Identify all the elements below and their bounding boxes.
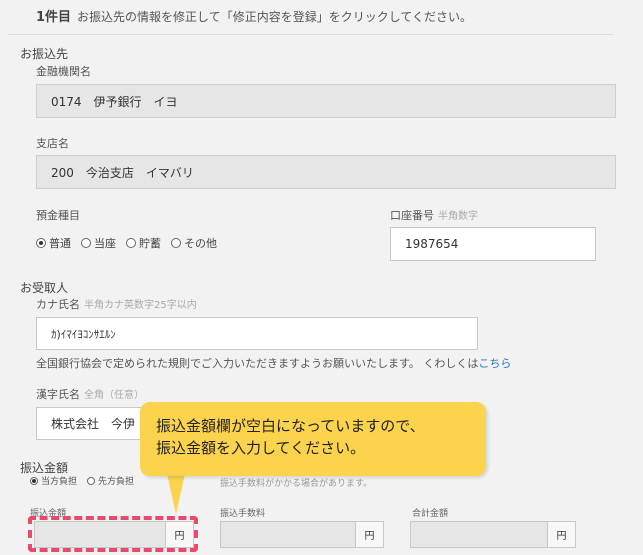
transfer-amount-highlight	[28, 516, 198, 552]
kanji-name-label: 漢字氏名 全角（任意）	[36, 388, 144, 401]
radio-selected-icon	[36, 238, 46, 248]
account-type-checking[interactable]: 当座	[81, 235, 116, 251]
header-divider	[8, 34, 613, 35]
record-number: 1件目	[36, 10, 72, 25]
fee-note: 振込手数料がかかる場合があります。	[220, 479, 373, 489]
payee-section-title: お振込先	[20, 47, 69, 61]
radio-selected-icon	[30, 476, 38, 485]
account-type-other[interactable]: その他	[171, 235, 217, 251]
record-instruction: お振込先の情報を修正して「修正内容を登録」をクリックしてください。	[77, 10, 472, 24]
bank-name-field[interactable]: 0174 伊予銀行 イヨ	[36, 84, 616, 118]
record-header: 1件目 お振込先の情報を修正して「修正内容を登録」をクリックしてください。	[36, 6, 472, 25]
details-link[interactable]: こちら	[478, 357, 511, 370]
transfer-edit-form: 1件目 お振込先の情報を修正して「修正内容を登録」をクリックしてください。 お振込…	[0, 0, 643, 555]
account-type-radios: 普通 当座 貯蓄 その他	[36, 235, 227, 251]
total-field: 円	[410, 521, 576, 548]
callout-tail	[167, 474, 185, 514]
fee-label: 振込手数料	[220, 509, 266, 519]
fee-unit: 円	[355, 522, 383, 547]
callout-line-2: 振込金額を入力してください。	[156, 439, 366, 457]
fee-field: 円	[220, 521, 384, 548]
account-number-label: 口座番号 半角数字	[390, 209, 478, 222]
account-type-label: 預金種目	[36, 209, 80, 222]
kana-name-input[interactable]: ｶ)ｲﾏｲﾖｺﾝｻｴﾙﾝ	[36, 317, 478, 350]
fee-bearer-sender[interactable]: 当方負担	[30, 474, 77, 487]
account-type-ordinary[interactable]: 普通	[36, 235, 71, 251]
guidance-callout: 振込金額欄が空白になっていますので、 振込金額を入力してください。	[140, 402, 486, 476]
radio-icon	[87, 476, 96, 485]
radio-icon	[81, 238, 91, 248]
account-type-savings[interactable]: 貯蓄	[126, 235, 161, 251]
bank-name-label: 金融機関名	[36, 65, 91, 78]
radio-icon	[171, 238, 181, 248]
branch-name-label: 支店名	[36, 137, 69, 150]
total-unit: 円	[547, 522, 575, 547]
radio-icon	[126, 238, 136, 248]
recipient-section-title: お受取人	[20, 281, 69, 295]
fee-bearer-recipient[interactable]: 先方負担	[87, 474, 134, 487]
total-label: 合計金額	[412, 509, 449, 519]
kana-rule-note: 全国銀行協会で定められた規則でご入力いただきますようお願いいたします。 くわしく…	[36, 357, 512, 370]
callout-line-1: 振込金額欄が空白になっていますので、	[156, 417, 425, 435]
kana-name-label: カナ氏名 半角カナ英数字25字以内	[36, 298, 197, 311]
branch-name-field[interactable]: 200 今治支店 イマバリ	[36, 155, 616, 189]
account-number-input[interactable]: 1987654	[390, 227, 596, 261]
fee-bearer-radios: 当方負担 先方負担	[30, 474, 144, 487]
